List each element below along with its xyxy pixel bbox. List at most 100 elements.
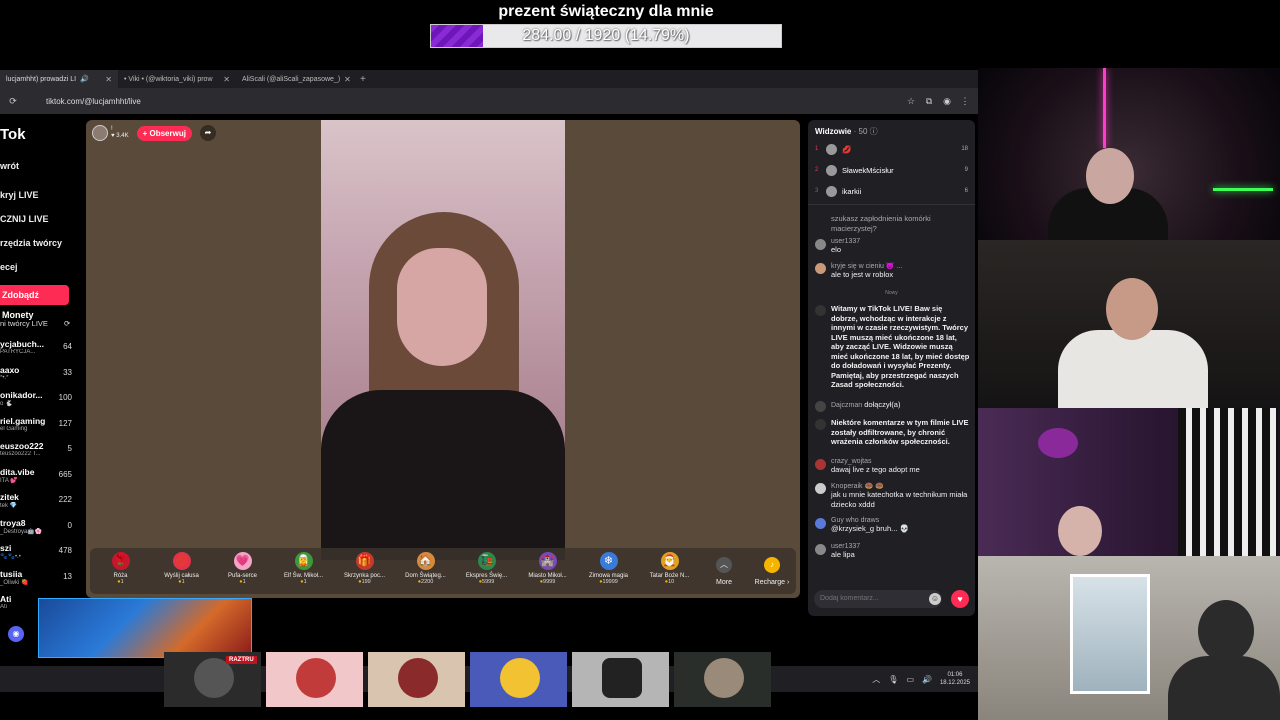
avatar[interactable]	[815, 459, 826, 470]
top-viewer[interactable]: 1 💋 18	[815, 140, 968, 158]
gift-price-value: 2200	[421, 579, 434, 585]
stream-overlay-art	[38, 598, 252, 658]
follow-button[interactable]: + Obserwuj	[136, 125, 192, 141]
clock[interactable]: 01:06 18.12.2025	[940, 671, 970, 687]
creator-item[interactable]: onikador... o 🐇 100	[0, 390, 76, 407]
more-gifts-button[interactable]: ︿ More	[700, 548, 748, 594]
channel-tile	[266, 652, 363, 707]
close-tab-icon[interactable]: ✕	[223, 75, 230, 84]
url-field[interactable]: tiktok.com/@lucjamhht/live	[46, 97, 902, 106]
live-video[interactable]	[321, 120, 565, 560]
creator-item[interactable]: ycjabuch... PATRYCJA... 64	[0, 339, 76, 355]
tab-tiktok-lucjamhht[interactable]: lucjamhht) prowadzi LI 🔊 ✕	[0, 70, 118, 88]
username[interactable]: user1337	[831, 543, 860, 550]
date: 18.12.2025	[939, 680, 970, 686]
extensions-icon[interactable]: ⧉	[920, 96, 938, 107]
username[interactable]: Knoperaik 🍩 🍩	[831, 482, 971, 490]
raz-label: RAZTRU	[226, 656, 257, 664]
info-icon[interactable]: ⓘ	[870, 127, 878, 136]
top-viewer[interactable]: 2 SławekMścisłur 9	[815, 161, 968, 179]
avatar[interactable]	[815, 239, 826, 250]
message-text: Witamy w TikTok LIVE! Baw się dobrze, wc…	[831, 304, 970, 389]
player-header: ! ♥ 3.4K + Obserwuj ➦	[92, 125, 216, 141]
avatar	[815, 401, 826, 412]
audio-icon[interactable]: 🔊	[80, 75, 89, 83]
tab-tiktok-aliscali[interactable]: AliScali (@aliScali_zapasowe_) ✕	[236, 70, 354, 88]
creators-heading-label: ni twórcy LIVE	[0, 319, 48, 328]
creator-item[interactable]: zitek tek 💎 222	[0, 492, 76, 509]
tab-tiktok-viki[interactable]: • Viki • (@wiktoria_viki) prow ✕	[118, 70, 236, 88]
gift-price-value: 1	[120, 579, 124, 585]
nav-creator-tools[interactable]: rzędzia twórcy	[0, 238, 62, 248]
nav-discover-live[interactable]: kryj LIVE	[0, 190, 39, 200]
system-message-filter: Niektóre komentarze w tym filmie LIVE zo…	[815, 418, 971, 447]
gift-item[interactable]: 🌹 Róża ●1	[90, 548, 151, 594]
creator-name: onikador...	[0, 390, 43, 400]
creator-item[interactable]: euszoo222 teuszoo222 T... 5	[0, 441, 76, 457]
gift-item[interactable]: 🏠 Dom Świąteg... ●2200	[395, 548, 456, 594]
creator-item[interactable]: riel.gaming el Gaming 127	[0, 416, 76, 432]
chevron-up-icon[interactable]: ︿	[872, 674, 880, 685]
creator-item[interactable]: aaxo *•.* 33	[0, 365, 76, 381]
gift-item[interactable]: ❄ Zimowa magia ●19999	[578, 548, 639, 594]
creator-item[interactable]: dita.vibe ITA 💕 665	[0, 467, 76, 484]
creator-sub: _Oliwki 🍓	[0, 579, 29, 586]
avatar[interactable]	[815, 263, 826, 274]
gift-item[interactable]: 🏰 Miasto Mikoł... ●9999	[517, 548, 578, 594]
gift-price: ●5999	[479, 579, 495, 585]
gift-item[interactable]: 💗 Pufa-serce ●1	[212, 548, 273, 594]
gift-item[interactable]: 🚂 Ekspres Świę... ●5999	[456, 548, 517, 594]
username[interactable]: crazy_wojtas	[831, 458, 920, 465]
get-coins-button[interactable]: Zdobądź Monety	[0, 285, 69, 320]
host-avatar[interactable]	[92, 125, 108, 141]
volume-icon[interactable]: 🔊	[922, 675, 932, 684]
nav-start-live[interactable]: CZNIJ LIVE	[0, 214, 49, 224]
bookmark-star-icon[interactable]: ☆	[902, 96, 920, 107]
username[interactable]: user1337	[831, 238, 860, 245]
creator-viewers: 0	[67, 520, 72, 530]
avatar[interactable]	[815, 483, 826, 494]
like-heart-button[interactable]: ♥	[951, 590, 969, 608]
gift-icon: 💋	[172, 552, 191, 570]
new-tab-button[interactable]: +	[354, 74, 372, 85]
system-tray: ︿ 🎙 ▭ 🔊 01:06 18.12.2025	[872, 666, 970, 692]
new-divider: Nowy	[885, 290, 898, 296]
message-text: Niektóre komentarze w tym filmie LIVE zo…	[831, 418, 969, 446]
gift-item[interactable]: 🧝 Elf Św. Mikoł... ●1	[273, 548, 334, 594]
network-icon[interactable]: ▭	[906, 675, 914, 684]
top-viewer[interactable]: 3 ikarkii 6	[815, 182, 968, 200]
nav-more[interactable]: ecej	[0, 262, 18, 272]
username[interactable]: kryje się w cieniu 😈 ...	[831, 262, 902, 270]
webcam-2	[978, 240, 1280, 408]
comment-input[interactable]	[814, 590, 942, 608]
profile-icon[interactable]: ◉	[938, 96, 956, 107]
gift-icon: 🚂	[477, 552, 496, 570]
gift-price-value: 199	[361, 579, 371, 585]
nav-back[interactable]: wrót	[0, 161, 19, 171]
message-text: szukasz zapłodnienia komórki macierzyste…	[831, 214, 931, 233]
creator-item[interactable]: szi 🐾🐾•.• 478	[0, 543, 76, 560]
emoji-icon[interactable]: ☺	[929, 593, 941, 605]
creator-viewers: 5	[67, 444, 72, 453]
host-info[interactable]: ! ♥ 3.4K	[92, 125, 129, 141]
gift-item[interactable]: 🎅 Tatar Boże N... ●10	[639, 548, 700, 594]
tiktok-icon	[815, 419, 826, 430]
refresh-icon[interactable]: ⟳	[64, 319, 70, 328]
close-tab-icon[interactable]: ✕	[105, 75, 112, 84]
avatar[interactable]	[815, 544, 826, 555]
username[interactable]: Dajczman	[831, 402, 862, 409]
recharge-button[interactable]: ♪ Recharge ›	[748, 548, 796, 594]
share-icon[interactable]: ➦	[199, 125, 216, 141]
live-player[interactable]: ! ♥ 3.4K + Obserwuj ➦ 🌹 Róża ●1 💋 Wyślij cał…	[86, 120, 800, 598]
menu-icon[interactable]: ⋮	[956, 96, 974, 107]
creator-item[interactable]: tusiia _Oliwki 🍓 13	[0, 569, 76, 586]
reload-icon[interactable]: ⟳	[4, 96, 22, 107]
username[interactable]: Guy who draws	[831, 517, 909, 524]
avatar[interactable]	[815, 518, 826, 529]
mic-icon[interactable]: 🎙	[888, 675, 898, 684]
gift-item[interactable]: 💋 Wyślij całusa ●1	[151, 548, 212, 594]
close-tab-icon[interactable]: ✕	[344, 75, 351, 84]
gift-item[interactable]: 🎁 Skrzynka poc... ●199	[334, 548, 395, 594]
creator-item[interactable]: troya8 _Destroya🤖🌸 0	[0, 518, 76, 535]
tiktok-logo[interactable]: Tok	[0, 126, 26, 143]
